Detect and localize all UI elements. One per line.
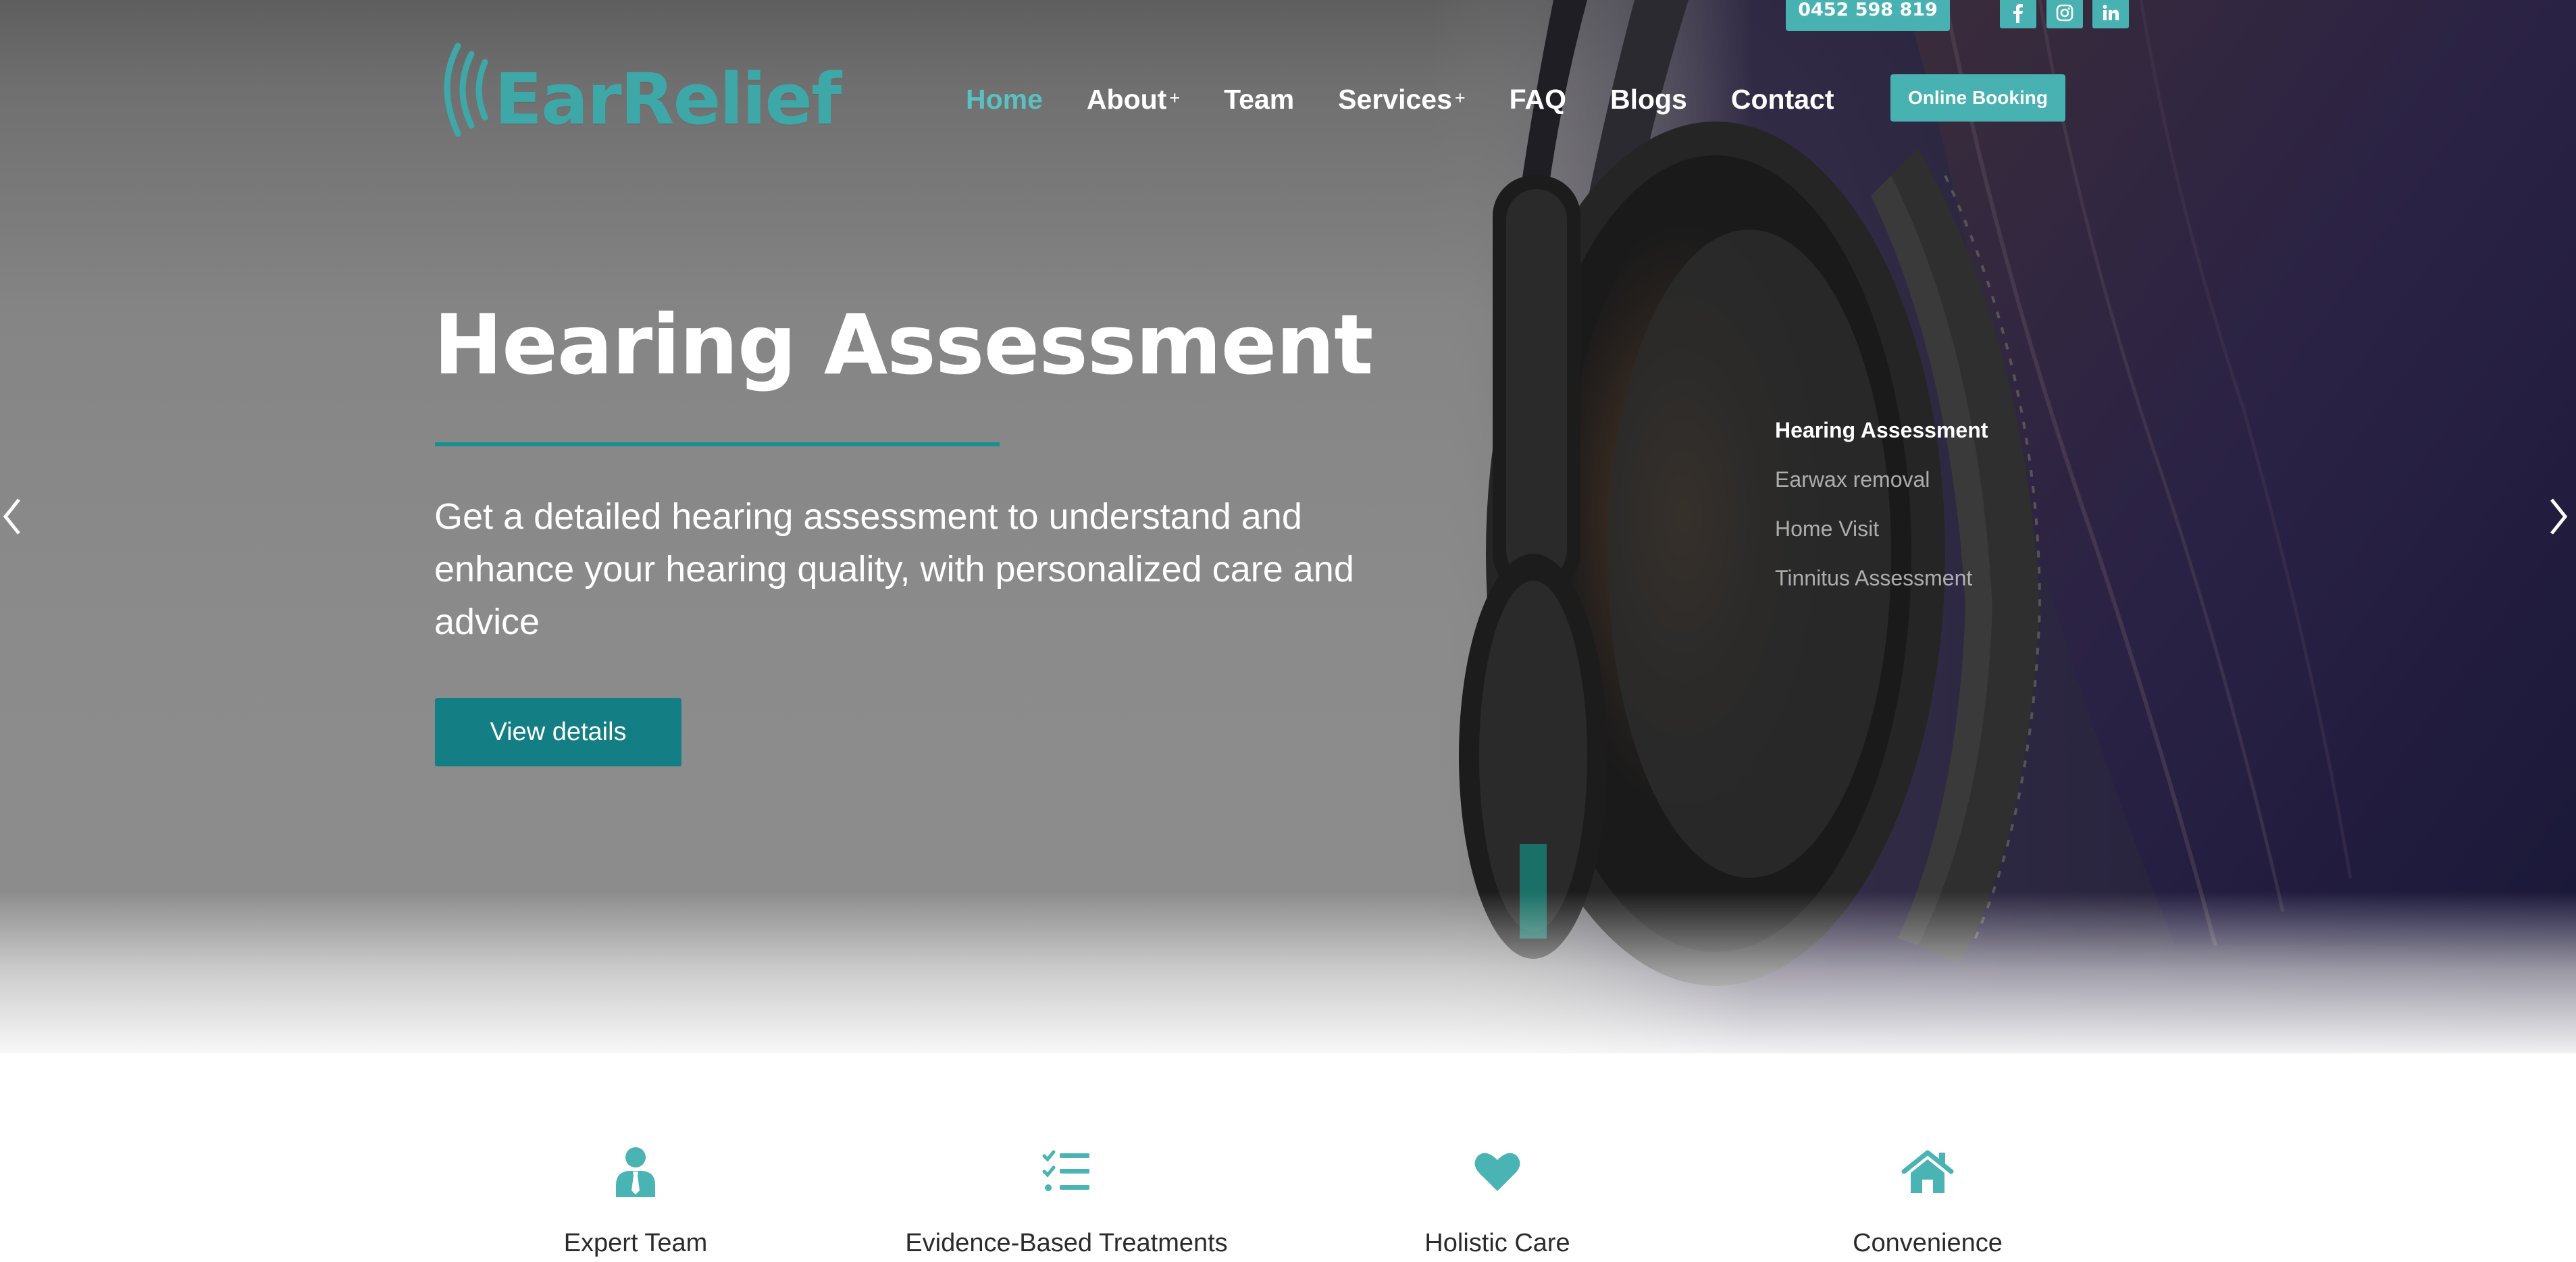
feature-holistic-care: Holistic Care [1281,1141,1714,1258]
nav-item-services[interactable]: Services + [1338,84,1466,115]
person-icon [616,1147,655,1197]
nav-item-blogs[interactable]: Blogs [1610,84,1687,115]
view-details-button[interactable]: View details [435,698,681,766]
slide-tab-hearing-assessment[interactable]: Hearing Assessment [1775,413,1988,463]
nav-item-team[interactable]: Team [1224,84,1294,115]
feature-label: Convenience [1853,1229,2003,1257]
feature-evidence-based-treatments: Evidence-Based Treatments [850,1141,1283,1258]
nav-item-home[interactable]: Home [966,84,1043,115]
slide-navigation: Hearing Assessment Earwax removal Home V… [1775,413,1988,610]
heart-icon [1474,1153,1520,1191]
chevron-left-icon [3,498,20,535]
feature-label: Expert Team [563,1229,708,1257]
instagram-link[interactable] [2046,0,2083,28]
feature-convenience: Convenience [1711,1141,2144,1258]
slide-tab-home-visit[interactable]: Home Visit [1775,512,1988,561]
submenu-plus-icon: + [1169,87,1181,108]
feature-label: Holistic Care [1424,1229,1570,1257]
facebook-icon [2013,4,2023,23]
home-icon [1901,1150,1954,1193]
phone-number-badge[interactable]: 0452 598 819 [1786,0,1950,31]
earrelief-logo[interactable]: EarRelief [432,32,842,151]
facebook-link[interactable] [2000,0,2036,28]
nav-item-about[interactable]: About + [1087,84,1180,115]
linkedin-icon [2103,5,2119,20]
slider-prev-button[interactable] [0,493,27,540]
linkedin-link[interactable] [2092,0,2129,28]
submenu-plus-icon: + [1454,87,1466,108]
hero-bottom-fade [0,891,2576,1053]
checklist-icon [1042,1150,1089,1191]
nav-item-contact[interactable]: Contact [1731,84,1834,115]
page: 0452 598 819 EarRelief Home About+ Team [0,0,2576,1262]
feature-expert-team: Expert Team [419,1141,852,1258]
logo-wordmark: EarRelief [494,58,842,140]
hero-title: Hearing Assessment [434,297,1373,393]
feature-label: Evidence-Based Treatments [905,1229,1228,1257]
hero-description: Get a detailed hearing assessment to und… [434,496,1354,642]
instagram-icon [2056,4,2073,22]
slide-tab-tinnitus-assessment[interactable]: Tinnitus Assessment [1775,561,1988,610]
main-nav: Home About + Team Services + FAQ Blogs Con… [966,76,1878,123]
nav-item-faq[interactable]: FAQ [1510,84,1566,115]
slide-tab-earwax-removal[interactable]: Earwax removal [1775,463,1988,512]
slider-next-button[interactable] [2544,493,2571,540]
online-booking-button[interactable]: Online Booking [1890,74,2065,122]
hero-divider [435,442,1000,446]
chevron-right-icon [2550,498,2568,535]
